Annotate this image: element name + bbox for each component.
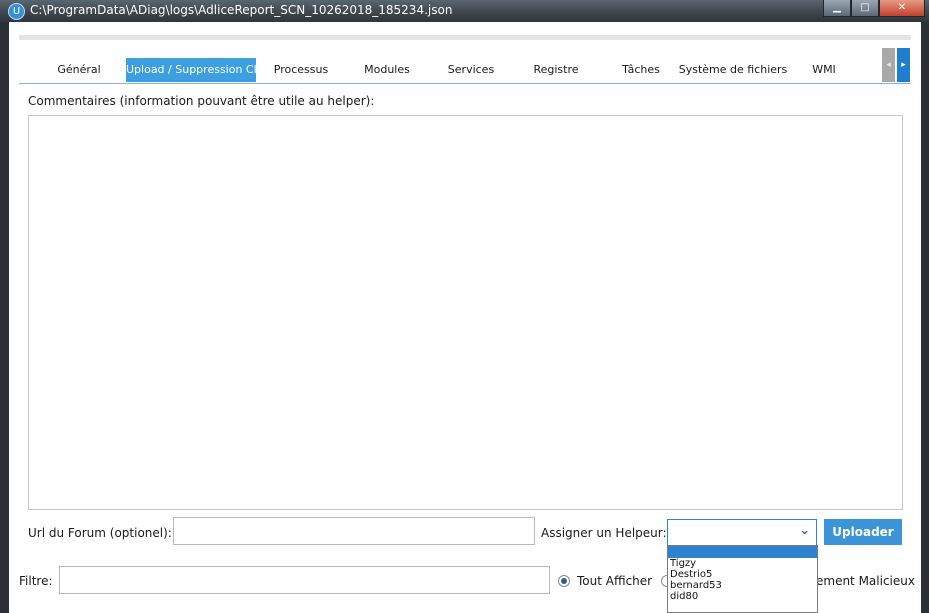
radio-checked-dot: [561, 578, 567, 584]
top-strip: [19, 35, 911, 40]
filter-label: Filtre:: [19, 574, 53, 588]
tab-taches[interactable]: Tâches: [606, 58, 676, 82]
forum-url-input[interactable]: [173, 517, 535, 545]
window-border-left: [0, 22, 9, 613]
maximize-button[interactable]: □: [851, 0, 879, 17]
tab-general[interactable]: Général: [44, 58, 114, 82]
dropdown-option-bernard53[interactable]: bernard53: [668, 580, 817, 591]
helper-select[interactable]: ⌄: [667, 519, 817, 546]
client-area: Général Upload / Suppression Cloud Proce…: [9, 22, 921, 613]
window-title: C:\ProgramData\ADiag\logs\AdliceReport_S…: [30, 3, 453, 17]
tab-underline: [19, 83, 911, 84]
window-controls: ▁ □ ✕: [823, 0, 925, 18]
dropdown-option-empty[interactable]: [668, 546, 817, 558]
minimize-button[interactable]: ▁: [823, 0, 851, 17]
close-button[interactable]: ✕: [879, 0, 925, 17]
chevron-down-icon[interactable]: ⌄: [799, 523, 810, 538]
tab-scroll-right-button[interactable]: ▸: [897, 48, 910, 82]
forum-url-label: Url du Forum (optionel):: [28, 526, 172, 540]
dropdown-option-destrio5[interactable]: Destrio5: [668, 569, 817, 580]
tab-services[interactable]: Services: [436, 58, 506, 82]
comments-textarea[interactable]: [28, 115, 903, 510]
window-border-right: [921, 22, 929, 613]
tab-scroll-left-button[interactable]: ◂: [882, 48, 895, 82]
app-shield-icon: U: [8, 3, 25, 20]
radio-show-all-label[interactable]: Tout Afficher: [577, 574, 652, 588]
filter-input[interactable]: [59, 566, 550, 594]
upload-button[interactable]: Uploader: [824, 519, 902, 545]
dropdown-option-did80[interactable]: did80: [668, 591, 817, 602]
tab-wmi[interactable]: WMI: [799, 58, 849, 82]
tab-modules[interactable]: Modules: [352, 58, 422, 82]
comments-label: Commentaires (information pouvant être u…: [28, 94, 375, 108]
assign-helper-label: Assigner un Helpeur:: [541, 526, 667, 540]
helper-dropdown-list: Tigzy Destrio5 bernard53 did80: [667, 545, 818, 613]
tab-registre[interactable]: Registre: [521, 58, 591, 82]
tab-bar: Général Upload / Suppression Cloud Proce…: [9, 58, 911, 84]
dropdown-option-tigzy[interactable]: Tigzy: [668, 558, 817, 569]
tab-upload-cloud[interactable]: Upload / Suppression Cloud: [126, 58, 256, 82]
radio-show-all[interactable]: [558, 575, 570, 587]
tab-systeme-fichiers[interactable]: Système de fichiers: [677, 58, 789, 82]
title-bar: U C:\ProgramData\ADiag\logs\AdliceReport…: [0, 0, 929, 22]
radio-malicious-label[interactable]: ement Malicieux: [816, 574, 915, 588]
tab-processus[interactable]: Processus: [266, 58, 336, 82]
